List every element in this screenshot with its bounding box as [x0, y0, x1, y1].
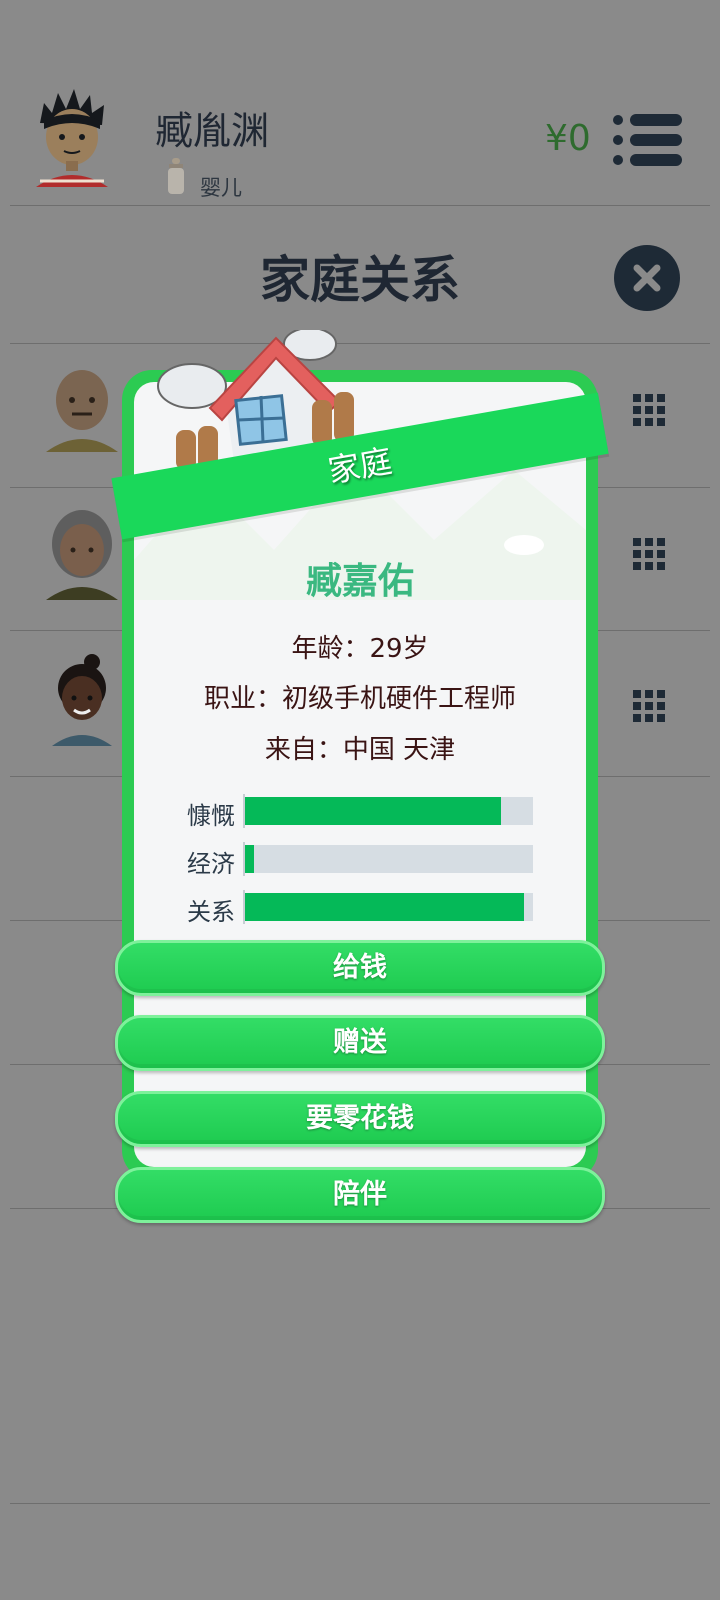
- stat-label-economy: 经济: [187, 850, 235, 878]
- grandfather-avatar[interactable]: [40, 362, 125, 457]
- grid-icon[interactable]: [633, 538, 665, 570]
- divider: [10, 205, 710, 206]
- grandmother-avatar[interactable]: [40, 508, 125, 603]
- stat-fill-generosity: [245, 797, 502, 825]
- ask-pocket-money-button[interactable]: 要零花钱: [115, 1091, 605, 1147]
- close-icon: [633, 264, 661, 292]
- member-origin: 来自：中国 天津: [264, 735, 456, 765]
- mother-avatar[interactable]: [40, 654, 125, 749]
- accompany-button[interactable]: 陪伴: [115, 1167, 605, 1223]
- close-button[interactable]: [614, 245, 680, 311]
- grid-icon[interactable]: [633, 394, 665, 426]
- stat-label-generosity: 慷慨: [187, 802, 235, 830]
- grid-icon[interactable]: [633, 690, 665, 722]
- member-age: 年龄：29岁: [291, 634, 429, 664]
- member-name: 臧嘉佑: [305, 561, 414, 602]
- divider: [10, 1503, 710, 1504]
- money-balance: ¥0: [545, 118, 591, 159]
- stat-bar-generosity: [245, 797, 533, 825]
- give-money-button[interactable]: 给钱: [115, 940, 605, 996]
- life-stage: 婴儿: [200, 176, 242, 200]
- page-title: 家庭关系: [260, 251, 460, 309]
- give-gift-button[interactable]: 赠送: [115, 1015, 605, 1071]
- player-avatar[interactable]: [30, 85, 115, 195]
- player-name: 臧胤渊: [155, 109, 270, 153]
- stat-fill-relationship: [245, 893, 525, 921]
- header: 臧胤渊 婴儿 ¥0: [0, 0, 720, 205]
- stat-fill-economy: [245, 845, 254, 873]
- member-job: 职业：初级手机硬件工程师: [203, 684, 516, 714]
- stat-label-relationship: 关系: [187, 898, 235, 926]
- baby-bottle-icon: [168, 158, 184, 194]
- menu-list-icon[interactable]: [612, 112, 684, 168]
- stat-bar-economy: [245, 845, 533, 873]
- stat-bar-relationship: [245, 893, 533, 921]
